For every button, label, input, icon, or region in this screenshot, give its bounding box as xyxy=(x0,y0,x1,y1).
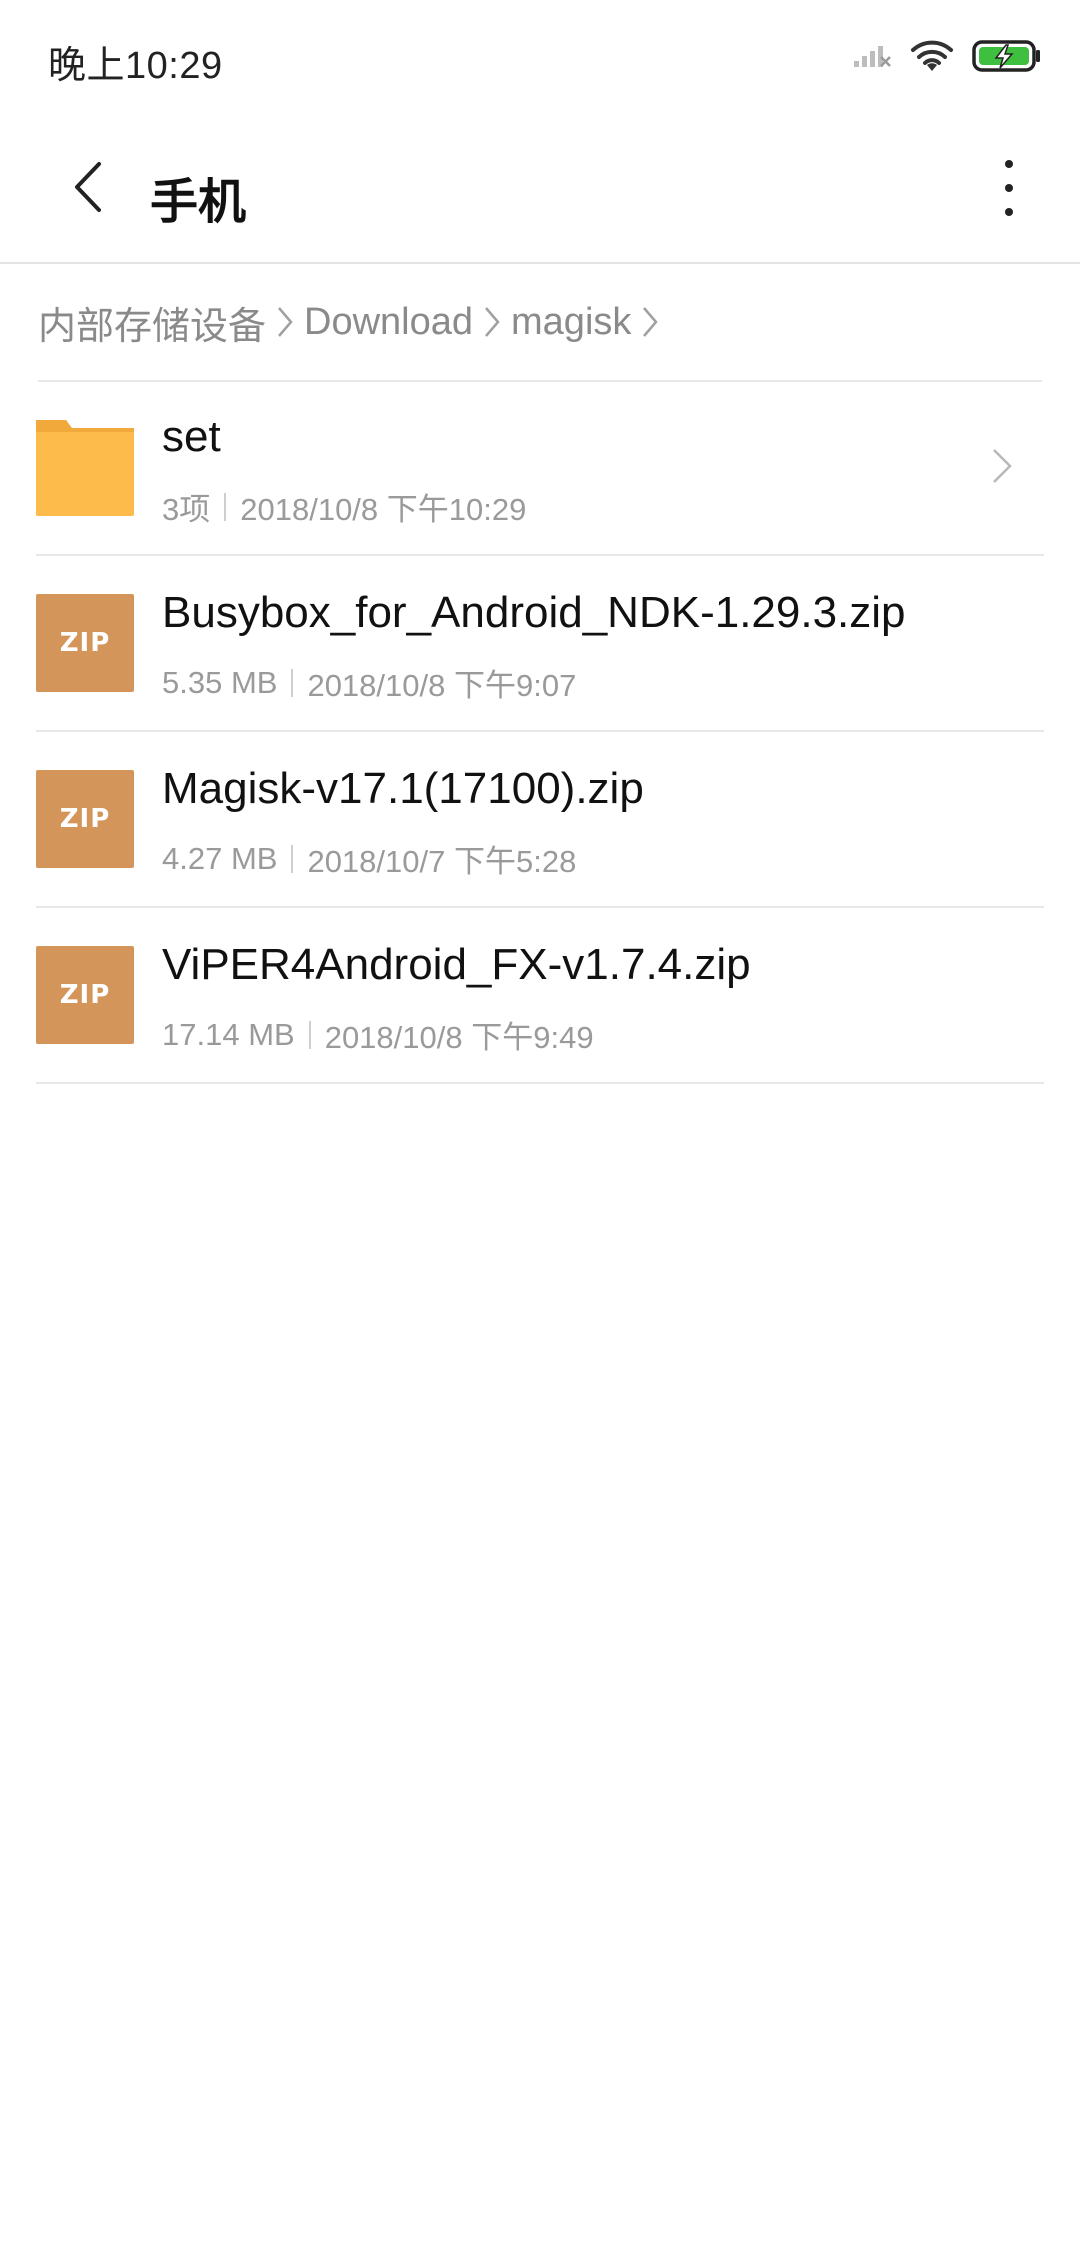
divider xyxy=(291,844,294,873)
breadcrumb-item-download[interactable]: Download xyxy=(304,301,473,344)
file-name: set xyxy=(162,412,221,461)
file-name: Magisk-v17.1(17100).zip xyxy=(162,764,644,813)
back-arrow-icon xyxy=(75,162,101,212)
breadcrumb: 内部存储设备 Download magisk xyxy=(38,264,1042,382)
more-vertical-icon-dot xyxy=(1005,208,1013,216)
status-time: 晚上10:29 xyxy=(48,45,223,87)
zip-icon: ZIP xyxy=(36,594,134,692)
modified-date: 2018/10/7 下午5:28 xyxy=(307,844,577,879)
divider xyxy=(308,1020,311,1049)
page-title: 手机 xyxy=(150,176,247,229)
file-size: 5.35 MB xyxy=(162,664,278,700)
divider xyxy=(224,492,227,521)
file-meta: 3项 2018/10/8 下午10:29 xyxy=(162,484,526,529)
status-icons xyxy=(852,34,1042,78)
signal-icon xyxy=(854,46,891,67)
more-options-button[interactable] xyxy=(994,160,1024,216)
file-meta: 17.14 MB 2018/10/8 下午9:49 xyxy=(162,1012,594,1057)
zip-icon: ZIP xyxy=(36,770,134,868)
list-item-file[interactable]: ZIP Busybox_for_Android_NDK-1.29.3.zip 5… xyxy=(36,556,1044,732)
modified-date: 2018/10/8 下午9:07 xyxy=(307,668,577,703)
file-size: 4.27 MB xyxy=(162,840,278,876)
battery-charging-icon xyxy=(972,40,1040,72)
file-name: Busybox_for_Android_NDK-1.29.3.zip xyxy=(162,588,906,637)
back-button[interactable] xyxy=(58,154,118,220)
divider xyxy=(291,668,294,697)
chevron-right-icon xyxy=(483,302,501,342)
item-count: 3项 xyxy=(162,492,211,527)
file-meta: 5.35 MB 2018/10/8 下午9:07 xyxy=(162,660,576,705)
file-size: 17.14 MB xyxy=(162,1016,295,1052)
chevron-right-icon xyxy=(641,302,659,342)
list-item-file[interactable]: ZIP ViPER4Android_FX-v1.7.4.zip 17.14 MB… xyxy=(36,908,1044,1084)
more-vertical-icon-dot xyxy=(1005,184,1013,192)
more-vertical-icon xyxy=(1005,160,1013,168)
modified-date: 2018/10/8 下午10:29 xyxy=(240,492,527,527)
breadcrumb-item-internal-storage[interactable]: 内部存储设备 xyxy=(38,295,266,350)
file-name: ViPER4Android_FX-v1.7.4.zip xyxy=(162,940,751,989)
app-bar: 手机 xyxy=(0,112,1080,264)
list-item-file[interactable]: ZIP Magisk-v17.1(17100).zip 4.27 MB 2018… xyxy=(36,732,1044,908)
list-item-folder[interactable]: set 3项 2018/10/8 下午10:29 xyxy=(36,380,1044,556)
file-meta: 4.27 MB 2018/10/7 下午5:28 xyxy=(162,836,576,881)
chevron-right-icon xyxy=(276,302,294,342)
status-bar: 晚上10:29 xyxy=(0,0,1080,112)
file-list: set 3项 2018/10/8 下午10:29 ZIP Busybox_for… xyxy=(0,380,1080,1084)
modified-date: 2018/10/8 下午9:49 xyxy=(324,1020,594,1055)
wifi-icon xyxy=(911,40,953,71)
zip-icon: ZIP xyxy=(36,946,134,1044)
chevron-right-icon xyxy=(993,449,1012,483)
folder-icon xyxy=(36,418,134,516)
breadcrumb-item-magisk[interactable]: magisk xyxy=(511,301,631,344)
